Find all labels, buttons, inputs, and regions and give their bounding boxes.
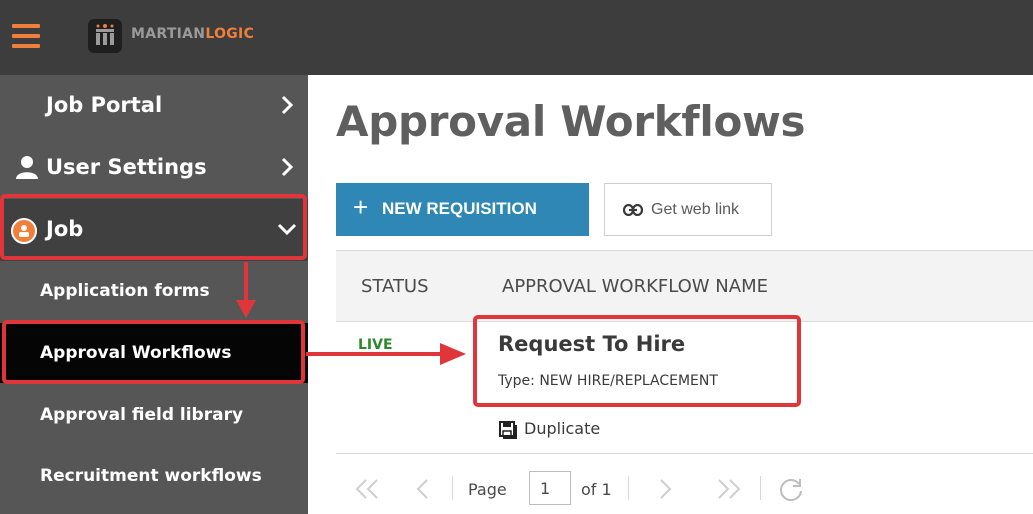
sidebar-subitem-label: Approval Workflows [40, 343, 232, 363]
sidebar-item-user-settings[interactable]: User Settings [0, 137, 308, 199]
sidebar-subitem-recruitment-workflows[interactable]: Recruitment workflows [0, 446, 308, 506]
pager-separator [628, 476, 629, 500]
sidebar-subitem-label: Application forms [40, 281, 210, 301]
duplicate-label: Duplicate [524, 419, 601, 438]
save-icon [499, 421, 517, 439]
get-web-link-label: Get web link [651, 201, 740, 218]
top-bar: MARTIANLOGIC [0, 0, 1033, 75]
chevron-down-icon [277, 223, 297, 236]
brand-logo-icon [88, 19, 122, 53]
main-content: Approval Workflows + NEW REQUISITION Get… [308, 75, 1033, 514]
link-icon [623, 204, 643, 216]
sidebar-item-label: User Settings [46, 155, 207, 179]
sidebar-subitem-approval-workflows[interactable]: Approval Workflows [0, 323, 308, 383]
previous-page-icon[interactable] [414, 478, 430, 500]
brand-name: MARTIANLOGIC [131, 26, 254, 42]
pager-separator [452, 476, 453, 500]
first-page-icon[interactable] [354, 478, 380, 500]
new-requisition-button[interactable]: + NEW REQUISITION [336, 183, 589, 236]
last-page-icon[interactable] [716, 478, 742, 500]
sidebar-item-label: Job Portal [46, 93, 163, 117]
job-icon [11, 218, 37, 244]
column-header-workflow-name[interactable]: APPROVAL WORKFLOW NAME [502, 276, 768, 297]
row-divider [336, 453, 1033, 454]
pagination: Page of 1 [336, 468, 1033, 508]
table-header: STATUS APPROVAL WORKFLOW NAME [336, 250, 1033, 322]
pager-separator [760, 476, 761, 500]
column-header-status[interactable]: STATUS [361, 276, 429, 297]
sidebar-subitem-label: Approval field library [40, 405, 244, 425]
chevron-right-icon [281, 95, 294, 115]
brand-name-part2: LOGIC [205, 26, 255, 42]
brand-name-part1: MARTIAN [131, 26, 206, 42]
sidebar-subitem-approval-field-library[interactable]: Approval field library [0, 385, 308, 445]
new-requisition-label: NEW REQUISITION [382, 199, 537, 218]
page-count-label: of 1 [581, 480, 612, 499]
status-badge: LIVE [358, 337, 393, 353]
chevron-right-icon [281, 157, 294, 177]
sidebar: Job Portal User Settings Job Application… [0, 75, 308, 514]
page-number-input[interactable] [529, 471, 571, 505]
sidebar-item-job-portal[interactable]: Job Portal [0, 75, 308, 137]
user-icon [16, 156, 38, 179]
next-page-icon[interactable] [658, 478, 674, 500]
refresh-icon[interactable] [778, 478, 804, 502]
workflow-type: Type: NEW HIRE/REPLACEMENT [498, 373, 718, 389]
sidebar-item-label: Job [46, 217, 84, 241]
plus-icon: + [353, 192, 369, 222]
sidebar-subitem-label: Recruitment workflows [40, 466, 262, 486]
page-label: Page [468, 480, 507, 499]
page-title: Approval Workflows [336, 97, 806, 146]
sidebar-item-job[interactable]: Job [0, 199, 308, 261]
get-web-link-button[interactable]: Get web link [604, 183, 772, 236]
workflow-name-link[interactable]: Request To Hire [498, 332, 685, 356]
hamburger-menu-icon[interactable] [12, 24, 42, 48]
sidebar-subitem-application-forms[interactable]: Application forms [0, 261, 308, 321]
